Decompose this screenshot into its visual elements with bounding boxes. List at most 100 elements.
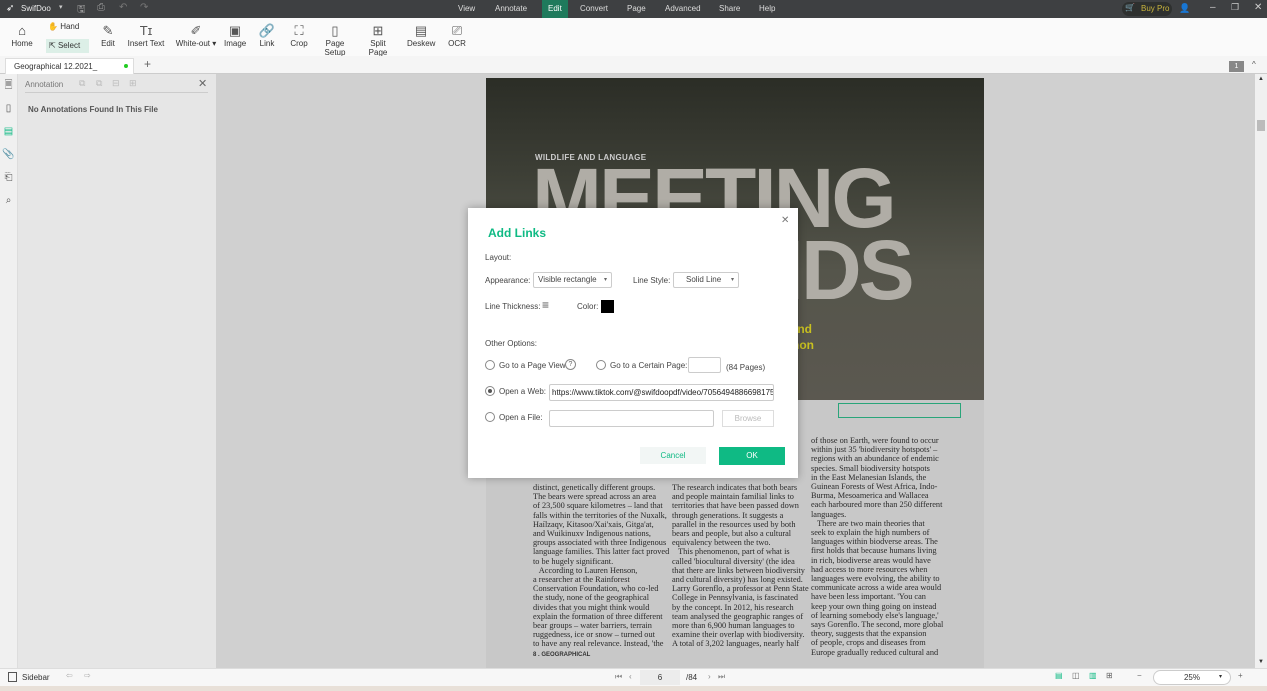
app-name[interactable]: SwifDoo [21,4,51,13]
annotation-panel: Annotation ⧉ ⧉ ⊟ ⊞ ✕ No Annotations Foun… [18,74,216,668]
total-pages: /84 [686,673,698,682]
undo-icon[interactable]: ↶ [119,2,127,13]
zoom-in-icon[interactable]: + [1238,671,1243,680]
deskew-button[interactable]: ▤ Deskew [407,23,435,48]
link-rectangle[interactable] [838,403,961,418]
minimize-icon[interactable]: – [1210,2,1216,13]
menu-help[interactable]: Help [753,0,781,18]
text-line: and cultural diversity) has long existed… [672,575,803,585]
new-tab-button[interactable]: + [144,57,151,71]
sidebar-toggle-icon[interactable] [8,672,17,682]
annotation-panel-icon[interactable]: ▤ [0,120,17,143]
collapse-all-icon[interactable]: ⧉ [96,78,102,89]
export-icon[interactable]: ⊞ [129,78,137,89]
menu-share[interactable]: Share [713,0,746,18]
line-thickness-icon[interactable]: ≡ [542,298,549,312]
menu-view[interactable]: View [452,0,481,18]
edit-button[interactable]: ✎ Edit [99,23,117,48]
forward-icon[interactable]: ⇨ [84,671,91,680]
line-style-label: Line Style: [633,276,671,285]
zoom-out-icon[interactable]: − [1137,671,1142,680]
search-icon[interactable]: ⌕ [0,189,17,212]
white-out-button[interactable]: ✐ White-out ▾ [174,23,218,48]
help-icon[interactable]: ? [565,359,576,370]
text-column-3: of those on Earth, were found to occur wi… [811,436,971,657]
ocr-button[interactable]: ⎚ OCR [448,23,466,48]
document-tab[interactable]: Geographical 12.2021_ [5,58,134,74]
first-page-icon[interactable]: ⏮ [615,672,622,682]
prev-page-icon[interactable]: ‹ [629,672,632,681]
attachment-icon[interactable]: 📎 [0,143,17,166]
next-page-icon[interactable]: › [708,672,711,681]
add-links-dialog: ✕ Add Links Layout: Appearance: Visible … [468,208,798,478]
file-path-input[interactable] [549,410,714,427]
redo-icon[interactable]: ↷ [140,2,148,13]
crop-button[interactable]: ⛶ Crop [289,23,309,48]
close-panel-icon[interactable]: ✕ [198,77,207,90]
web-url-input[interactable]: https://www.tiktok.com/@swifdoopdf/video… [549,384,774,401]
buy-pro-label: Buy Pro [1141,4,1170,13]
single-page-view-icon[interactable]: ▤ [1055,671,1063,680]
close-window-icon[interactable]: ✕ [1254,2,1262,13]
text-line: ruggedness, ice or snow – turned out [533,630,655,640]
grid-view-icon[interactable]: ⊞ [1106,671,1113,680]
thumbnail-panel-icon[interactable]: ▯ [0,97,17,120]
print-icon[interactable]: ⎙ [97,2,105,13]
insert-text-button[interactable]: Tɪ Insert Text [127,23,165,48]
page-setup-button[interactable]: ▯ Page Setup [315,23,355,57]
menu-page[interactable]: Page [621,0,652,18]
scrollbar-thumb[interactable] [1257,120,1265,131]
go-page-view-radio[interactable] [485,360,495,370]
menu-convert[interactable]: Convert [574,0,614,18]
text-line: Burma, Mesoamerica and Wallacea [811,491,929,501]
dialog-close-icon[interactable]: ✕ [781,215,789,226]
user-avatar-icon[interactable]: 👤 [1179,3,1190,14]
page-number-input[interactable] [688,357,721,373]
sidebar-label[interactable]: Sidebar [22,673,50,682]
open-file-radio[interactable] [485,412,495,422]
text-line: bear groups – water barriers, terrain [533,621,652,631]
split-page-button[interactable]: ⊞ Split Page [360,23,396,57]
page-number-field[interactable]: 6 [640,670,680,685]
collapse-ribbon-icon[interactable]: ^ [1252,60,1256,69]
cancel-button[interactable]: Cancel [640,447,706,464]
scroll-up-icon[interactable]: ▲ [1258,76,1264,82]
back-icon[interactable]: ⇦ [66,671,73,680]
vertical-scrollbar[interactable]: ▲ ▼ [1255,74,1267,668]
menu-annotate[interactable]: Annotate [489,0,533,18]
go-certain-page-radio[interactable] [596,360,606,370]
app-menu-chevron-icon[interactable]: ▾ [59,3,63,11]
tab-bar: Geographical 12.2021_ + 1 ^ [0,56,1267,74]
text-line: parallel in the resources used by both [672,519,796,529]
zoom-select[interactable]: 25% ▾ [1153,670,1231,685]
open-web-radio[interactable] [485,386,495,396]
home-button[interactable]: ⌂ Home [10,23,34,48]
line-style-select[interactable]: Solid Line [673,272,739,288]
hand-tool-button[interactable]: ✋ Hand [48,22,88,35]
select-tool-button[interactable]: ⇱ Select [46,39,89,53]
scroll-down-icon[interactable]: ▼ [1258,659,1264,665]
two-page-view-icon[interactable]: ◫ [1072,671,1080,680]
text-line: have been less important. 'You can [811,592,926,602]
text-line: of 23,500 square kilometres – land that [533,501,663,511]
image-button[interactable]: ▣ Image [224,23,246,48]
expand-all-icon[interactable]: ⧉ [79,78,85,89]
ok-button[interactable]: OK [719,447,785,465]
bookmark-panel-icon[interactable]: 🗏 [0,74,17,97]
color-swatch[interactable] [601,300,614,313]
import-icon[interactable]: ⊟ [112,78,120,89]
text-line: A total of 3,202 languages, nearly half [672,639,800,649]
go-certain-page-label: Go to a Certain Page: [610,361,688,370]
menu-edit[interactable]: Edit [542,0,568,18]
buy-pro-button[interactable]: 🛒 Buy Pro [1122,2,1172,16]
appearance-select[interactable]: Visible rectangle [533,272,612,288]
browse-button[interactable]: Browse [722,410,774,427]
text-line: Conservation Foundation, who co-led [533,584,659,594]
continuous-view-icon[interactable]: ▥ [1089,671,1097,680]
last-page-icon[interactable]: ⏭ [718,672,725,682]
signature-panel-icon[interactable]: ⎗ [0,166,17,189]
restore-icon[interactable]: ❐ [1231,2,1239,13]
save-icon[interactable]: 🖫 [77,2,86,19]
link-button[interactable]: 🔗 Link [258,23,276,48]
menu-advanced[interactable]: Advanced [659,0,707,18]
